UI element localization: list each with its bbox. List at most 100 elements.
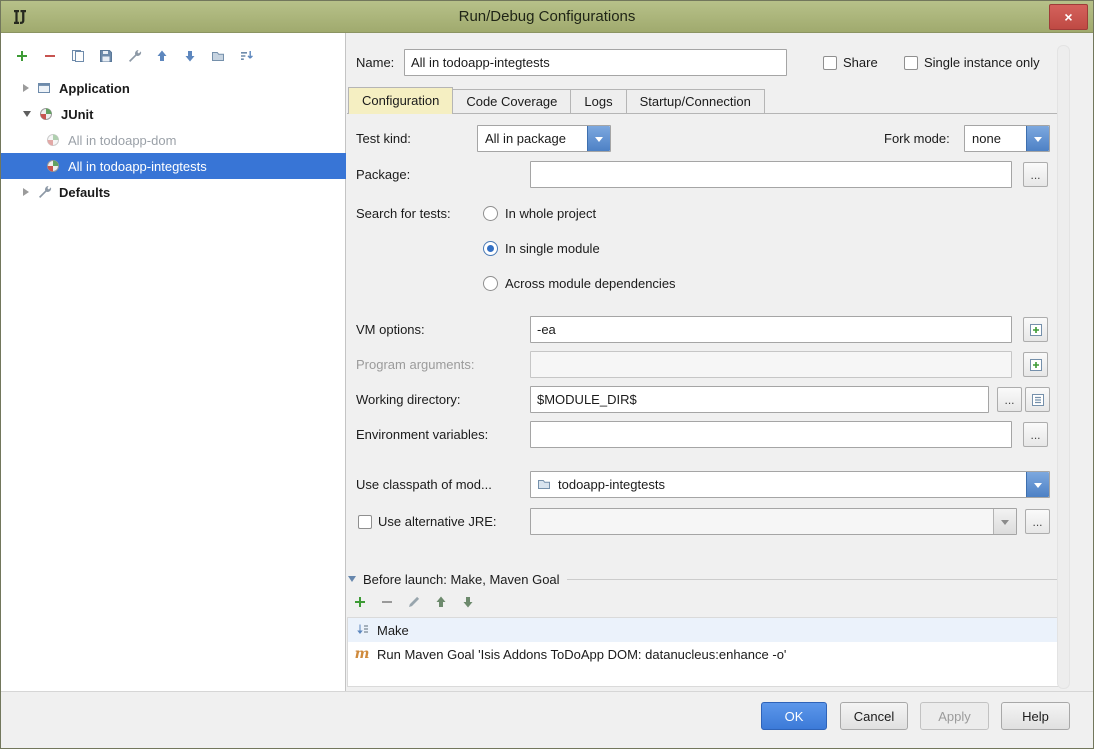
add-icon: [352, 594, 368, 610]
share-checkbox[interactable]: [823, 56, 837, 70]
environment-variables-browse-button[interactable]: ...: [1023, 422, 1048, 447]
sort-configurations-button[interactable]: [237, 47, 255, 65]
fork-mode-select[interactable]: none: [964, 125, 1050, 152]
environment-variables-input[interactable]: [530, 421, 1012, 448]
before-launch-add-button[interactable]: [351, 593, 369, 611]
cancel-button-label: Cancel: [854, 709, 894, 724]
vertical-scrollbar[interactable]: [1057, 45, 1070, 689]
tab-logs[interactable]: Logs: [571, 89, 626, 114]
name-label: Name:: [356, 49, 394, 76]
before-launch-list: Make m Run Maven Goal 'Isis Addons ToDoA…: [347, 617, 1061, 687]
alternative-jre-checkbox[interactable]: [358, 515, 372, 529]
configurations-tree-panel: Application JUnit All in todoapp-dom All…: [1, 33, 346, 691]
before-launch-remove-button[interactable]: [378, 593, 396, 611]
name-input[interactable]: [404, 49, 787, 76]
alternative-jre-select[interactable]: [530, 508, 1017, 535]
collapsed-arrow-icon[interactable]: [23, 84, 29, 92]
chevron-down-icon[interactable]: [1026, 472, 1049, 497]
test-kind-select[interactable]: All in package: [477, 125, 611, 152]
close-button[interactable]: ×: [1049, 4, 1088, 30]
package-label: Package:: [356, 161, 410, 188]
panel-splitter[interactable]: [345, 33, 348, 691]
new-folder-button[interactable]: [209, 47, 227, 65]
ellipsis-label: ...: [1030, 428, 1040, 442]
ellipsis-label: ...: [1032, 515, 1042, 529]
move-up-button[interactable]: [153, 47, 171, 65]
wrench-icon: [36, 184, 52, 200]
before-launch-item-label: Make: [377, 623, 409, 638]
before-launch-move-up-button[interactable]: [432, 593, 450, 611]
module-folder-icon: [536, 476, 552, 492]
before-launch-edit-button[interactable]: [405, 593, 423, 611]
tree-item-label: JUnit: [61, 107, 94, 122]
tab-code-coverage[interactable]: Code Coverage: [453, 89, 571, 114]
alternative-jre-value: [538, 509, 990, 534]
wrench-icon: [126, 48, 142, 64]
vm-options-input[interactable]: [530, 316, 1012, 343]
single-instance-checkbox[interactable]: [904, 56, 918, 70]
cancel-button[interactable]: Cancel: [840, 702, 908, 730]
before-launch-item-maven[interactable]: m Run Maven Goal 'Isis Addons ToDoApp DO…: [348, 642, 1060, 666]
junit-icon: [38, 106, 54, 122]
tree-item-label: Defaults: [59, 185, 110, 200]
expand-editor-icon: [1028, 357, 1044, 373]
alternative-jre-browse-button[interactable]: ...: [1025, 509, 1050, 534]
move-down-button[interactable]: [181, 47, 199, 65]
chevron-down-icon[interactable]: [1026, 126, 1049, 151]
make-icon: [354, 622, 370, 638]
tree-item-label: Application: [59, 81, 130, 96]
tree-item-defaults[interactable]: Defaults: [1, 179, 346, 205]
tree-item-label: All in todoapp-dom: [68, 133, 176, 148]
vm-options-expand-button[interactable]: [1023, 317, 1048, 342]
test-kind-label: Test kind:: [356, 125, 411, 152]
working-directory-browse-button[interactable]: ...: [997, 387, 1022, 412]
save-icon: [98, 48, 114, 64]
classpath-module-label: Use classpath of mod...: [356, 471, 492, 498]
add-configuration-button[interactable]: [13, 47, 31, 65]
apply-button-label: Apply: [938, 709, 971, 724]
arrow-down-icon: [182, 48, 198, 64]
package-input[interactable]: [530, 161, 1012, 188]
collapse-section-icon[interactable]: [348, 576, 356, 582]
chevron-down-icon[interactable]: [993, 509, 1016, 534]
help-button[interactable]: Help: [1001, 702, 1070, 730]
before-launch-section-header: Before launch: Make, Maven Goal: [348, 570, 1060, 588]
folder-icon: [210, 48, 226, 64]
ok-button[interactable]: OK: [761, 702, 827, 730]
save-configuration-button[interactable]: [97, 47, 115, 65]
ellipsis-label: ...: [1004, 393, 1014, 407]
working-directory-history-button[interactable]: [1025, 387, 1050, 412]
tree-toolbar: [13, 47, 255, 65]
radio-single-module[interactable]: [483, 241, 498, 256]
titlebar: Run/Debug Configurations ×: [1, 1, 1093, 33]
tree-item-application[interactable]: Application: [1, 75, 346, 101]
program-arguments-input[interactable]: [530, 351, 1012, 378]
tree-item-all-in-todoapp-integtests[interactable]: All in todoapp-integtests: [1, 153, 346, 179]
apply-button[interactable]: Apply: [920, 702, 989, 730]
tab-startup-connection[interactable]: Startup/Connection: [627, 89, 765, 114]
copy-configuration-button[interactable]: [69, 47, 87, 65]
fork-mode-value: none: [972, 126, 1023, 151]
before-launch-move-down-button[interactable]: [459, 593, 477, 611]
config-tabs: Configuration Code Coverage Logs Startup…: [348, 87, 765, 114]
tree-item-junit[interactable]: JUnit: [1, 101, 346, 127]
tree-item-all-in-todoapp-dom[interactable]: All in todoapp-dom: [1, 127, 346, 153]
program-arguments-expand-button[interactable]: [1023, 352, 1048, 377]
working-directory-label: Working directory:: [356, 386, 461, 413]
collapsed-arrow-icon[interactable]: [23, 188, 29, 196]
edit-defaults-button[interactable]: [125, 47, 143, 65]
help-button-label: Help: [1022, 709, 1049, 724]
radio-whole-project-label: In whole project: [505, 200, 596, 227]
classpath-module-select[interactable]: todoapp-integtests: [530, 471, 1050, 498]
chevron-down-icon[interactable]: [587, 126, 610, 151]
tab-configuration[interactable]: Configuration: [348, 87, 453, 114]
radio-whole-project[interactable]: [483, 206, 498, 221]
expanded-arrow-icon[interactable]: [23, 111, 31, 117]
before-launch-item-make[interactable]: Make: [348, 618, 1060, 642]
package-browse-button[interactable]: ...: [1023, 162, 1048, 187]
window-title: Run/Debug Configurations: [1, 1, 1093, 32]
radio-across-module-dependencies[interactable]: [483, 276, 498, 291]
remove-configuration-button[interactable]: [41, 47, 59, 65]
before-launch-item-label: Run Maven Goal 'Isis Addons ToDoApp DOM:…: [377, 647, 786, 662]
working-directory-input[interactable]: [530, 386, 989, 413]
